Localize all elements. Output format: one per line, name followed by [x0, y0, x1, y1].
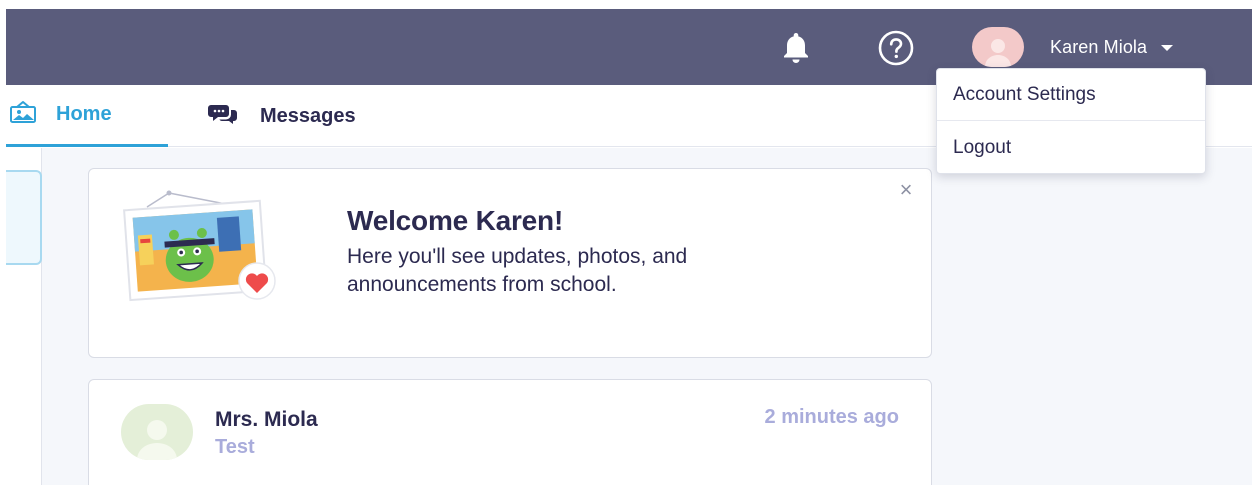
user-menu-toggle[interactable]: Karen Miola — [972, 25, 1174, 69]
post-timestamp: 2 minutes ago — [764, 406, 899, 428]
person-silhouette-icon — [985, 39, 1011, 67]
chat-bubbles-icon — [208, 101, 238, 131]
post-text: Test — [215, 436, 255, 458]
close-icon[interactable]: × — [895, 177, 917, 202]
post-author: Mrs. Miola — [215, 408, 318, 431]
user-dropdown-menu: Account Settings Logout — [936, 68, 1206, 174]
user-name: Karen Miola — [1050, 36, 1148, 57]
tab-home[interactable]: Home — [6, 85, 168, 147]
welcome-card: Welcome Karen! Here you'll see updates, … — [88, 168, 932, 358]
bell-icon — [784, 33, 808, 63]
app-window: Karen Miola Home Messages Welcome Karen!… — [0, 0, 1252, 485]
notifications-button[interactable] — [774, 26, 818, 70]
menu-item-logout[interactable]: Logout — [937, 122, 1205, 174]
avatar — [121, 404, 193, 460]
welcome-title: Welcome Karen! — [347, 205, 564, 236]
home-picture-icon — [8, 100, 38, 130]
menu-item-account-settings[interactable]: Account Settings — [937, 69, 1205, 121]
welcome-message: Here you'll see updates, photos, and ann… — [347, 245, 688, 296]
story-post-card[interactable]: Mrs. Miola Test 2 minutes ago — [88, 379, 932, 485]
tab-home-label: Home — [56, 103, 112, 125]
avatar — [972, 27, 1024, 67]
framed-monster-illustration — [123, 190, 276, 302]
person-silhouette-icon — [137, 420, 177, 460]
tab-messages-label: Messages — [260, 104, 356, 127]
help-button[interactable] — [874, 26, 918, 70]
tab-messages[interactable]: Messages — [208, 85, 356, 147]
caret-down-icon — [1161, 45, 1174, 51]
left-panel-card[interactable] — [6, 170, 42, 265]
help-circle-icon — [878, 30, 914, 66]
